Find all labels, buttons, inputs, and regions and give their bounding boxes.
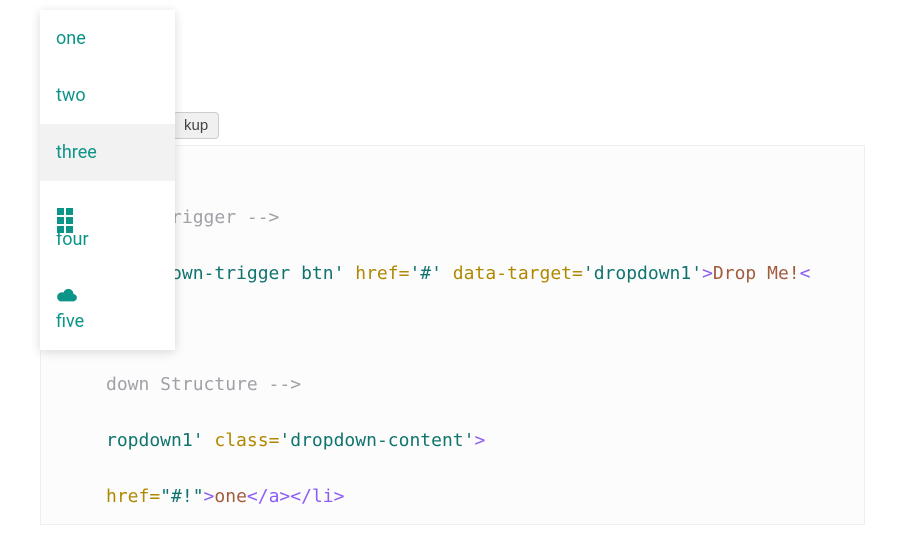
dropdown-item-label: one [56,28,159,49]
code-token: </a></li> [247,486,345,507]
code-token: data-target= [442,263,583,284]
dropdown-item-five[interactable]: five [40,268,175,350]
code-token: "#!" [160,486,203,507]
code-token: > [204,486,215,507]
code-token: Drop Me! [713,263,800,284]
code-token: one [214,486,247,507]
dropdown-item-two[interactable]: two [40,67,175,124]
code-token: class= [204,430,280,451]
markup-button-fragment[interactable]: kup [173,112,219,139]
dropdown-item-three[interactable]: three [40,124,175,181]
code-token: '#' [409,263,442,284]
code-token: ropdown1' [106,430,204,451]
code-token: href= [344,263,409,284]
dropdown-item-label: two [56,85,159,106]
dropdown-item-label: four [56,229,159,250]
view-module-icon [56,199,159,225]
dropdown-menu: one two three four five [40,10,175,350]
dropdown-item-four[interactable]: four [40,181,175,268]
code-token: < [800,263,811,284]
code-token: href= [106,486,160,507]
dropdown-item-label: three [56,142,159,163]
code-token: > [702,263,713,284]
code-token: 'dropdown-content' [279,430,474,451]
code-token: > [474,430,485,451]
code-line: down Structure --> [106,374,301,395]
dropdown-item-one[interactable]: one [40,10,175,67]
dropdown-item-label: five [56,311,159,332]
code-token: 'dropdown1' [583,263,702,284]
cloud-icon [56,286,159,307]
